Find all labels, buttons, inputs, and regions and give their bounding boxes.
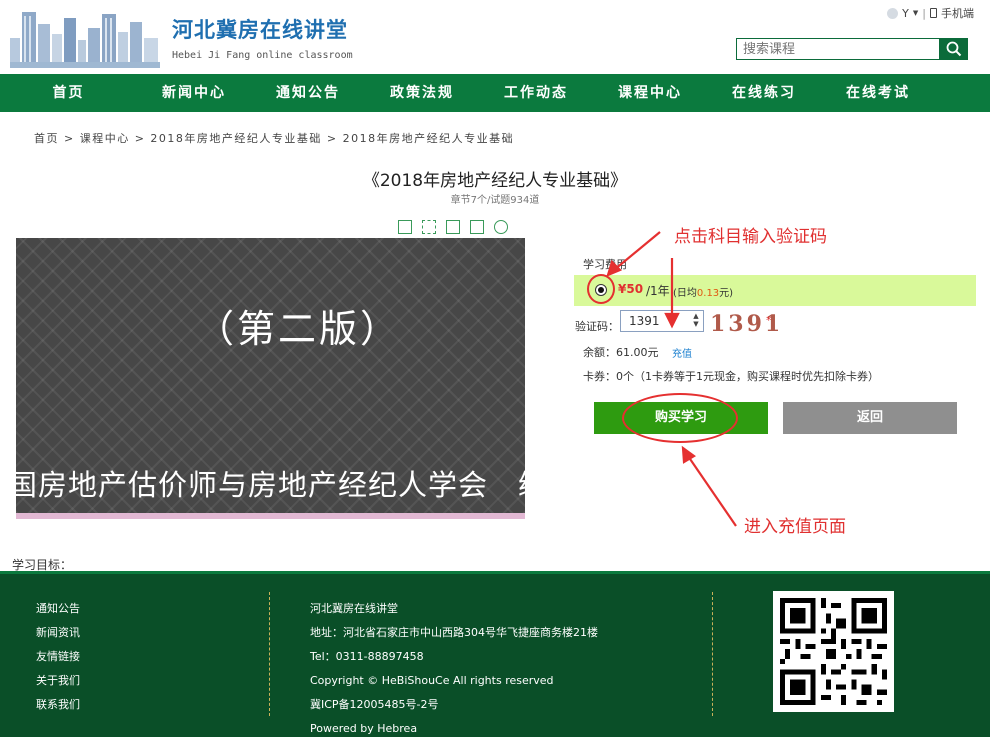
share-icon[interactable] — [470, 220, 484, 234]
footer-link-contact[interactable]: 联系我们 — [36, 693, 80, 717]
recharge-link[interactable]: 充值 — [672, 345, 692, 360]
footer-link-about[interactable]: 关于我们 — [36, 669, 80, 693]
price-radio[interactable] — [595, 284, 607, 296]
main-nav: 首页 新闻中心 通知公告 政策法规 工作动态 课程中心 在线练习 在线考试 — [0, 74, 990, 112]
nav-notices[interactable]: 通知公告 — [251, 74, 365, 112]
video-org-text: 国房地产估价师与房地产经纪人学会 编 — [16, 468, 525, 502]
footer-links: 通知公告 新闻资讯 友情链接 关于我们 联系我们 — [36, 597, 80, 717]
footer-address: 地址：河北省石家庄市中山西路304号华飞捷座商务楼21楼 — [310, 626, 598, 639]
footer-divider — [269, 592, 270, 716]
annotation-bottom: 进入充值页面 — [744, 517, 846, 537]
user-menu[interactable]: Y — [902, 7, 909, 20]
mobile-link[interactable]: 手机端 — [941, 5, 974, 21]
price-option[interactable]: ¥50 /1年 (日均0.13元) — [574, 274, 976, 306]
search-input[interactable] — [736, 38, 940, 60]
footer-info: 河北冀房在线讲堂 地址：河北省石家庄市中山西路304号华飞捷座商务楼21楼 Te… — [310, 597, 598, 737]
course-video[interactable]: （第二版） 国房地产估价师与房地产经纪人学会 编 — [16, 238, 525, 513]
annotation-top: 点击科目输入验证码 — [674, 227, 827, 247]
footer-link-friends[interactable]: 友情链接 — [36, 645, 80, 669]
video-bottom-strip — [16, 513, 525, 519]
header: 河北冀房在线讲堂 Hebei Ji Fang online classroom … — [0, 0, 990, 74]
nav-news[interactable]: 新闻中心 — [137, 74, 251, 112]
course-meta: 章节7个/试题934道 — [450, 195, 540, 206]
site-subtitle: Hebei Ji Fang online classroom — [172, 50, 353, 61]
fee-label: 学习费用 — [583, 258, 627, 271]
daily-value: 0.13 — [696, 288, 720, 299]
site-title: 河北冀房在线讲堂 — [172, 17, 348, 42]
user-avatar-icon[interactable] — [887, 7, 899, 19]
buy-highlight-circle — [622, 393, 738, 443]
breadcrumb[interactable]: 首页 > 课程中心 > 2018年房地产经纪人专业基础 > 2018年房地产经纪… — [34, 130, 514, 146]
footer-powered: Powered by Hebrea — [310, 722, 418, 735]
search-button[interactable] — [940, 38, 968, 60]
code-stepper[interactable]: ▲ ▼ — [690, 312, 702, 330]
required-mark: * — [766, 314, 772, 327]
price-value: ¥50 — [618, 282, 644, 296]
daily-price: (日均0.13元) — [673, 284, 733, 299]
nav-policy[interactable]: 政策法规 — [365, 74, 479, 112]
footer-tel: Tel：0311-88897458 — [310, 650, 424, 663]
daily-prefix: (日均 — [673, 288, 697, 299]
course-title: 《2018年房地产经纪人专业基础》 — [362, 171, 628, 191]
fullscreen-icon[interactable] — [422, 220, 436, 234]
chevron-down-icon[interactable]: ▼ — [913, 9, 918, 17]
footer-copyright: Copyright © HeBiShouCe All rights reserv… — [310, 674, 554, 687]
captcha-image[interactable]: 1391 — [710, 311, 783, 337]
footer-link-notices[interactable]: 通知公告 — [36, 597, 80, 621]
gear-icon[interactable] — [494, 220, 508, 234]
balance-text: 余额：61.00元 — [583, 346, 659, 359]
footer-link-news[interactable]: 新闻资讯 — [36, 621, 80, 645]
nav-exam[interactable]: 在线考试 — [821, 74, 935, 112]
video-edition-text: （第二版） — [196, 307, 402, 351]
footer-site-name: 河北冀房在线讲堂 — [310, 602, 398, 615]
square-icon[interactable] — [398, 220, 412, 234]
city-skyline-logo-icon[interactable] — [10, 4, 160, 68]
top-links: Y ▼ | 手机端 — [887, 5, 974, 21]
top-links-divider: | — [922, 6, 926, 20]
footer-icp: 冀ICP备12005485号-2号 — [310, 698, 439, 711]
daily-suffix: 元) — [719, 288, 734, 299]
qr-code-icon — [773, 591, 894, 712]
footer-divider — [712, 592, 713, 716]
nav-practice[interactable]: 在线练习 — [707, 74, 821, 112]
phone-icon[interactable] — [930, 8, 937, 18]
price-period: /1年 — [646, 284, 670, 298]
save-icon[interactable] — [446, 220, 460, 234]
footer: 通知公告 新闻资讯 友情链接 关于我们 联系我们 河北冀房在线讲堂 地址：河北省… — [0, 571, 990, 737]
nav-work-updates[interactable]: 工作动态 — [479, 74, 593, 112]
nav-home[interactable]: 首页 — [0, 74, 137, 112]
card-text: 卡券：0个（1卡券等于1元现金，购买课程时优先扣除卡券） — [583, 370, 879, 383]
video-toolbar — [398, 220, 508, 234]
back-button[interactable]: 返回 — [783, 402, 957, 434]
search-icon — [946, 41, 962, 57]
nav-courses[interactable]: 课程中心 — [593, 74, 707, 112]
code-label: 验证码： — [575, 320, 619, 333]
